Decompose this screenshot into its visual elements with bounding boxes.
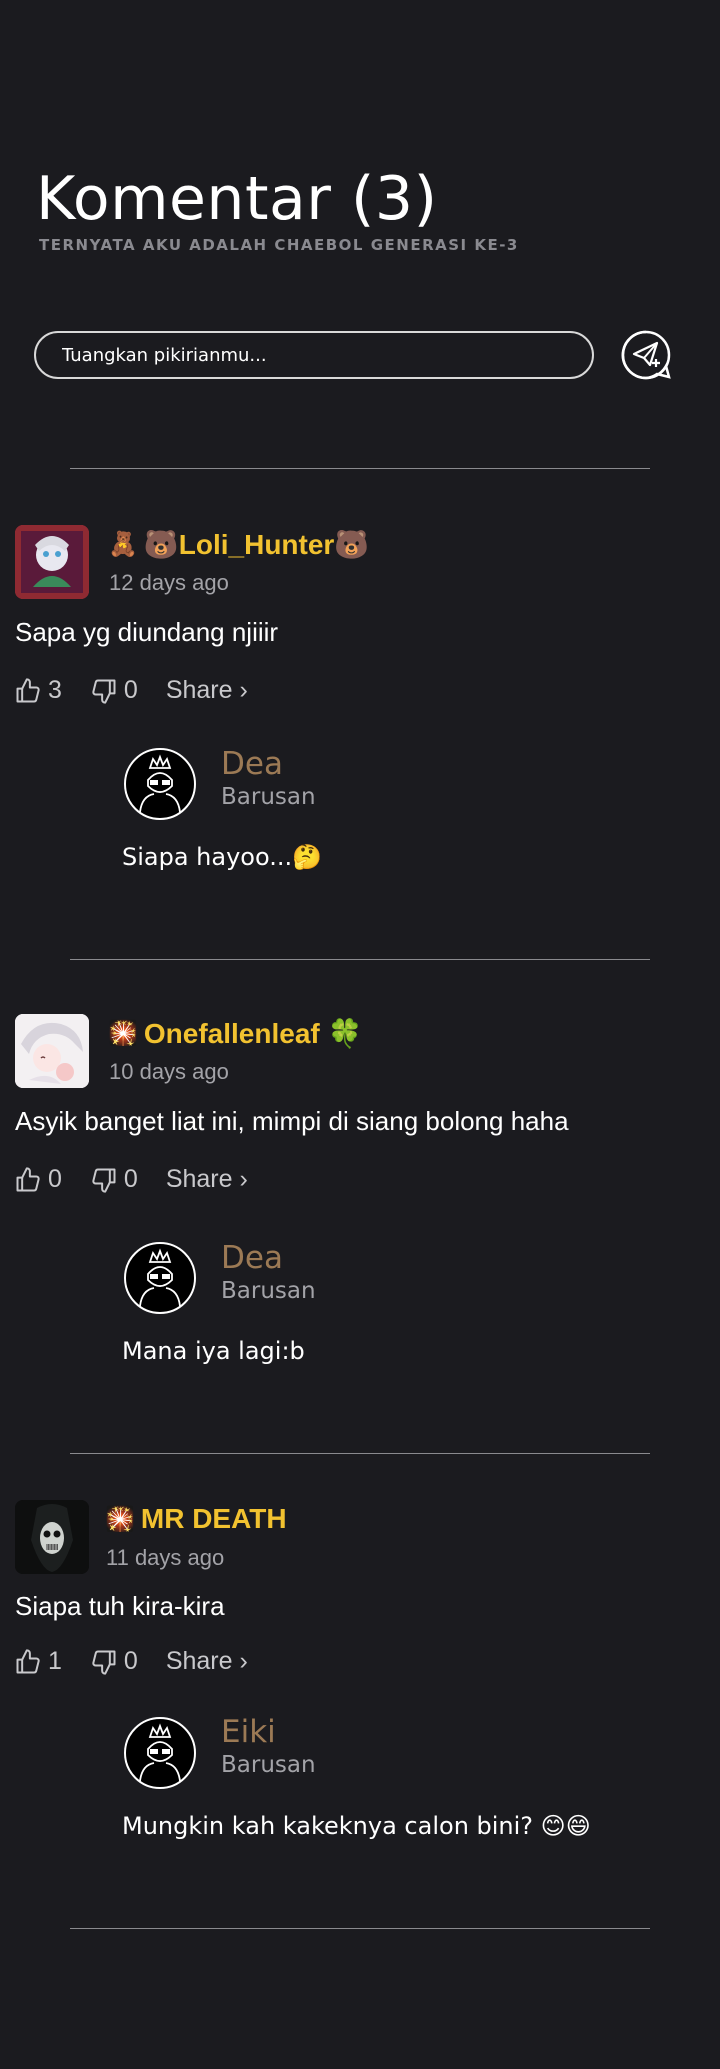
thumbs-down-icon — [92, 1650, 116, 1675]
comment-actions: 3 0 Share › — [14, 676, 248, 705]
reply-avatar[interactable] — [124, 1717, 196, 1789]
comments-page: Komentar (3) TERNYATA AKU ADALAH CHAEBOL… — [0, 0, 720, 2069]
dislike-count: 0 — [123, 676, 138, 704]
page-title: Komentar (3) — [36, 164, 438, 234]
comment-time: 10 days ago — [109, 1059, 229, 1084]
comment-actions: 0 0 Share › — [14, 1165, 248, 1194]
comment-time: 11 days ago — [106, 1545, 225, 1570]
thumbs-down-icon — [92, 679, 116, 704]
divider — [70, 1453, 650, 1454]
dislike-button[interactable]: 0 — [90, 1647, 138, 1676]
comment-username[interactable]: 🧸 🐻Loli_Hunter🐻 — [108, 528, 369, 561]
reply-avatar-image — [139, 754, 181, 813]
user-avatar[interactable] — [15, 525, 89, 599]
comment-username[interactable]: 🎇 MR DEATH — [105, 1503, 287, 1535]
user-badge: 🎇 — [105, 1505, 135, 1533]
like-count: 3 — [48, 676, 62, 704]
reply-avatar[interactable] — [124, 748, 196, 820]
comment-text: Asyik banget liat ini, mimpi di siang bo… — [15, 1106, 569, 1136]
divider — [70, 959, 650, 960]
reply-username[interactable]: Dea — [221, 1240, 283, 1276]
divider — [70, 1928, 650, 1929]
comment-time: 12 days ago — [109, 570, 229, 595]
thumbs-up-icon — [16, 1648, 40, 1673]
like-count: 1 — [48, 1647, 62, 1675]
like-button[interactable]: 1 — [14, 1647, 62, 1676]
like-count: 0 — [48, 1165, 62, 1193]
reply-username[interactable]: Dea — [221, 746, 283, 782]
comment-input-wrapper — [34, 331, 594, 379]
thumbs-down-icon — [92, 1168, 116, 1193]
reply-username[interactable]: Eiki — [221, 1714, 276, 1750]
comment-input[interactable] — [60, 343, 592, 367]
thumbs-up-icon — [16, 1166, 40, 1191]
page-subtitle: TERNYATA AKU ADALAH CHAEBOL GENERASI KE-… — [39, 236, 519, 254]
username-label: MR DEATH — [140, 1503, 287, 1534]
share-button[interactable]: Share › — [166, 1165, 248, 1194]
user-badge: 🧸 — [108, 531, 138, 558]
dislike-button[interactable]: 0 — [90, 1165, 138, 1194]
dislike-button[interactable]: 0 — [90, 676, 138, 705]
user-avatar[interactable] — [15, 1014, 89, 1088]
reply-text: Siapa hayoo...🤔 — [122, 843, 323, 871]
dislike-count: 0 — [123, 1165, 138, 1193]
avatar-image — [15, 1014, 89, 1088]
reply-avatar[interactable] — [124, 1242, 196, 1314]
share-button[interactable]: Share › — [166, 676, 248, 705]
like-button[interactable]: 3 — [14, 676, 62, 705]
dislike-count: 0 — [123, 1647, 138, 1675]
share-button[interactable]: Share › — [166, 1647, 248, 1676]
avatar-image — [15, 1500, 89, 1574]
comment-actions: 1 0 Share › — [14, 1647, 248, 1676]
comment-text: Siapa tuh kira-kira — [15, 1591, 225, 1621]
user-avatar[interactable] — [15, 1500, 89, 1574]
send-plane-icon — [621, 330, 671, 380]
reply-time: Barusan — [221, 1278, 316, 1304]
reply-avatar-image — [139, 1248, 181, 1307]
reply-avatar-image — [139, 1723, 181, 1782]
like-button[interactable]: 0 — [14, 1165, 62, 1194]
reply-text: Mana iya lagi:b — [122, 1337, 305, 1365]
reply-time: Barusan — [221, 784, 316, 810]
comment-text: Sapa yg diundang njiiir — [15, 617, 279, 647]
username-label: Onefallenleaf 🍀 — [143, 1018, 363, 1049]
comment-username[interactable]: 🎇 Onefallenleaf 🍀 — [108, 1017, 362, 1050]
reply-text: Mungkin kah kakeknya calon bini? 😊😄 — [122, 1812, 591, 1840]
reply-time: Barusan — [221, 1752, 316, 1778]
avatar-image — [15, 525, 89, 599]
user-badge: 🎇 — [108, 1020, 138, 1047]
username-label: 🐻Loli_Hunter🐻 — [143, 529, 370, 560]
divider — [70, 468, 650, 469]
send-comment-button[interactable] — [620, 329, 672, 381]
thumbs-up-icon — [16, 677, 40, 702]
